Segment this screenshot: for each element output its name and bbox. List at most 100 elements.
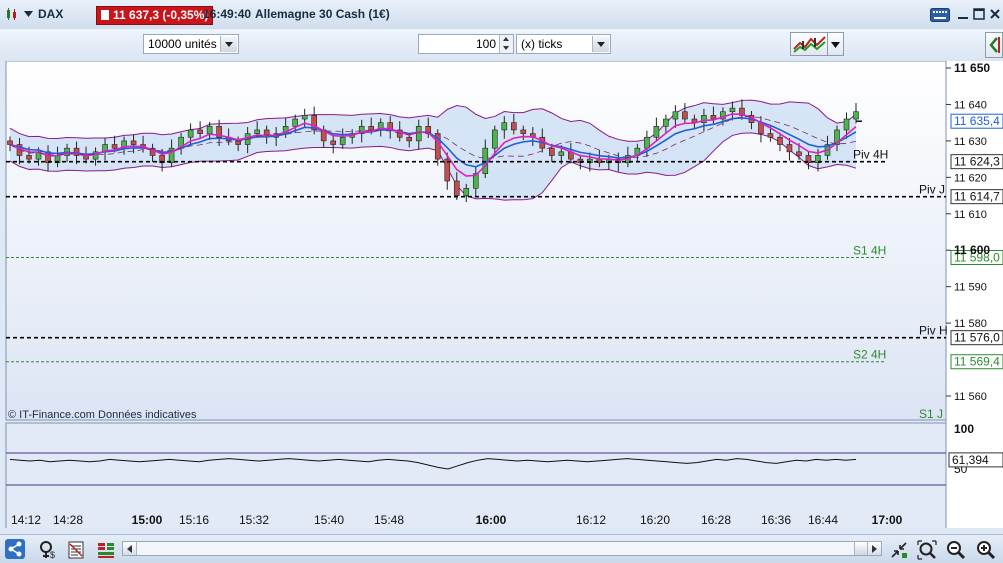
- side-panel-toggle[interactable]: [985, 32, 1003, 58]
- ticks-unit-select[interactable]: (x) ticks: [516, 34, 611, 54]
- candle-body: [491, 129, 498, 149]
- instrument-name: Allemagne 30 Cash (1€): [255, 7, 390, 21]
- horizontal-scrollbar[interactable]: [122, 541, 882, 556]
- candle-body: [415, 126, 422, 142]
- order-list-icon[interactable]: [66, 540, 86, 560]
- quantity-value: 10000 unités: [148, 37, 217, 51]
- zoom-out-icon[interactable]: [946, 540, 966, 560]
- candle-body: [777, 136, 783, 145]
- watermark-text: © IT-Finance.com Données indicatives: [8, 409, 197, 421]
- time-tick-label: 16:28: [701, 513, 731, 527]
- level-label: S2 4H: [853, 348, 886, 362]
- chart-area[interactable]: Piv 4H 11 624,3 Piv J 11 614,7 S1 4H 11 598,0…: [0, 60, 1003, 530]
- ticks-value: 100: [475, 37, 496, 51]
- price-chart[interactable]: Piv 4H 11 624,3Piv J 11 614,7S1 4H 11 598,0…: [0, 60, 1003, 530]
- level-price-label: 11 624,3: [954, 155, 1000, 169]
- level-label: S1 J: [919, 407, 943, 421]
- price-alert-icon[interactable]: $: [38, 540, 58, 560]
- ticks-stepper[interactable]: 100: [418, 34, 514, 54]
- stepper-arrows-icon[interactable]: [499, 35, 513, 53]
- candle-body: [130, 140, 137, 145]
- chevron-down-icon[interactable]: [592, 36, 609, 52]
- candle-body: [767, 133, 774, 138]
- candle-body: [197, 129, 203, 134]
- indicator-button[interactable]: [790, 32, 828, 56]
- close-icon[interactable]: [987, 6, 1003, 22]
- level-label: Piv 4H: [853, 148, 888, 162]
- candle-body: [682, 111, 688, 120]
- current-price-label: 11 635,4: [954, 114, 1000, 128]
- quantity-select[interactable]: 10000 unités: [143, 34, 239, 54]
- candle-body: [663, 118, 669, 127]
- time-tick-label: 16:44: [808, 513, 838, 527]
- candle-body: [653, 126, 660, 138]
- keyboard-icon[interactable]: [930, 7, 950, 23]
- candle-body: [453, 180, 460, 196]
- time-tick-label: 15:00: [132, 513, 163, 527]
- osc-value-label: 61,394: [952, 453, 989, 467]
- time-tick-label: 16:00: [476, 513, 507, 527]
- scroll-thumb[interactable]: [854, 542, 867, 555]
- level-label: Piv H: [919, 324, 948, 338]
- price-tick-label: 11 650: [954, 61, 990, 75]
- candle-body: [558, 151, 565, 156]
- candle-body: [292, 118, 298, 127]
- price-tick-label: 11 560: [954, 391, 987, 403]
- time-tick-label: 15:40: [314, 513, 344, 527]
- candle-body: [26, 155, 32, 160]
- candle-body: [406, 136, 413, 142]
- minimize-icon[interactable]: [955, 6, 971, 22]
- indicator-chart-icon: [793, 36, 826, 53]
- candle-body: [672, 111, 679, 120]
- price-change-text: 11 637,3 (-0,35%): [113, 8, 209, 22]
- order-book-icon[interactable]: [96, 540, 116, 560]
- auto-scale-icon[interactable]: [889, 540, 909, 560]
- candle-body: [549, 147, 555, 156]
- indicator-dropdown-button[interactable]: [828, 32, 844, 56]
- price-tick-label: 11 590: [954, 282, 987, 294]
- title-bar: DAX 11 637,3 (-0,35%) 16:49:40 Allemagne…: [0, 0, 1003, 30]
- candle-body: [206, 126, 213, 134]
- time-tick-label: 17:00: [872, 513, 903, 527]
- scroll-right-icon[interactable]: [867, 542, 881, 555]
- svg-text:$: $: [50, 550, 55, 560]
- time-tick-label: 15:32: [239, 513, 269, 527]
- level-price-label: 11 569,4: [954, 355, 1000, 369]
- price-tick-label: 11 620: [954, 172, 987, 184]
- level-price-label: 11 576,0: [954, 331, 1000, 345]
- badge-square-icon: [101, 10, 109, 20]
- ticker-label[interactable]: DAX: [38, 7, 63, 21]
- chevron-down-icon[interactable]: [220, 36, 237, 52]
- maximize-icon[interactable]: [971, 6, 987, 22]
- time-tick-label: 16:20: [640, 513, 670, 527]
- time-tick-label: 15:16: [179, 513, 209, 527]
- candle-body: [510, 122, 517, 131]
- clock-time: 16:49:40: [203, 7, 252, 21]
- candle-body: [729, 107, 736, 113]
- candle-body: [330, 140, 336, 145]
- candle-body: [339, 136, 346, 145]
- candle-body: [368, 126, 375, 131]
- zoom-in-icon[interactable]: [976, 540, 996, 560]
- order-toolbar: 10000 unités 100 (x) ticks: [0, 29, 1003, 61]
- time-tick-label: 16:36: [761, 513, 791, 527]
- candle-body: [7, 140, 13, 145]
- candle-body: [786, 144, 793, 153]
- level-label: S1 4H: [853, 244, 886, 258]
- candle-body: [843, 118, 850, 131]
- share-icon[interactable]: [5, 539, 25, 559]
- zoom-fit-icon[interactable]: [917, 540, 937, 560]
- panel-arrow-icon: [989, 37, 1000, 53]
- candle-body: [463, 187, 470, 196]
- chevron-down-icon[interactable]: [24, 11, 33, 17]
- ticks-unit-value: (x) ticks: [521, 37, 563, 51]
- bottom-toolbar: $: [0, 534, 1003, 563]
- level-label: Piv J: [919, 183, 945, 197]
- price-tick-label: 11 630: [954, 136, 987, 148]
- candle-body: [187, 129, 194, 138]
- time-tick-label: 15:48: [374, 513, 404, 527]
- candlestick-chart-icon[interactable]: [5, 6, 21, 22]
- time-tick-label: 14:12: [11, 513, 41, 527]
- osc-tick-label: 100: [954, 422, 974, 436]
- scroll-left-icon[interactable]: [123, 542, 137, 555]
